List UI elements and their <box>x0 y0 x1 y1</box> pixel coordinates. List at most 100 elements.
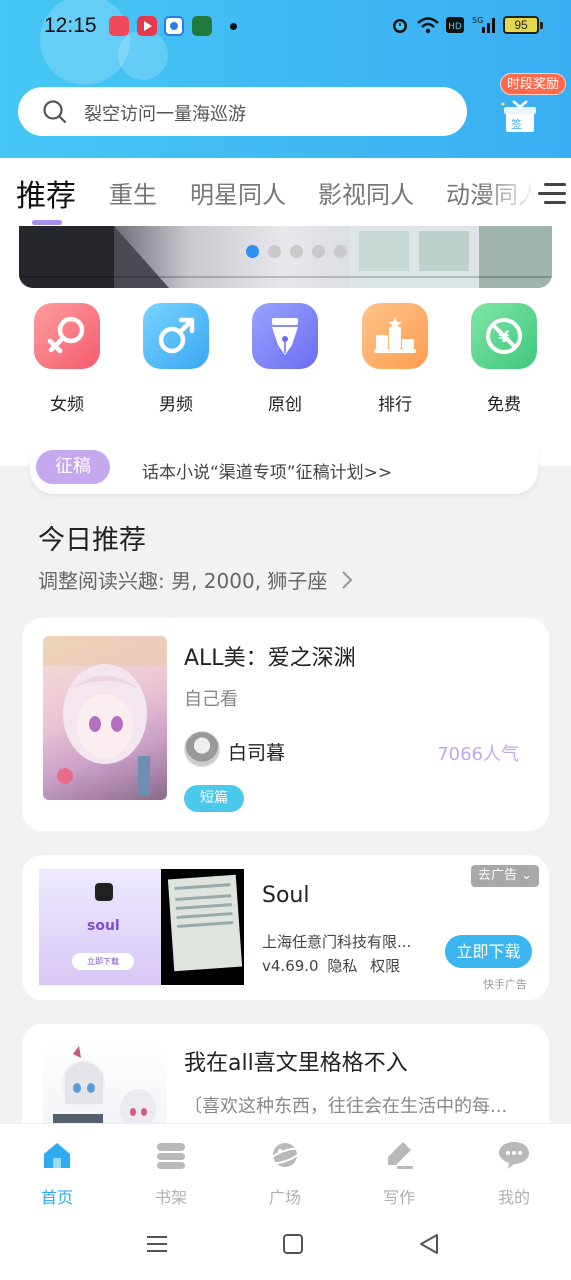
ad-permissions-link[interactable]: 权限 <box>370 957 400 975</box>
length-tag: 短篇 <box>184 785 244 812</box>
tab-rebirth[interactable]: 重生 <box>109 175 157 210</box>
banner-dot[interactable] <box>268 245 281 258</box>
battery-indicator: 95 <box>503 16 543 34</box>
banner-dot[interactable] <box>312 245 325 258</box>
banner-dot-active[interactable] <box>246 245 259 258</box>
category-female[interactable]: 女频 <box>34 303 100 415</box>
alarm-icon <box>393 19 407 33</box>
period-reward-button[interactable]: 时段奖励 签 <box>488 70 567 136</box>
banner-dot[interactable] <box>334 245 347 258</box>
nav-label: 写作 <box>382 1188 415 1207</box>
ad-card[interactable]: soul 立即下载 去广告 ⌄ Soul 上海任意门科技有限... v4.69.… <box>22 855 549 1000</box>
free-icon: ¥ <box>471 303 537 369</box>
nav-write[interactable]: 写作 <box>369 1140 429 1208</box>
search-icon <box>43 100 67 124</box>
home-button-icon[interactable] <box>282 1233 304 1255</box>
tab-recommend[interactable]: 推荐 <box>16 171 76 215</box>
category-label: 女频 <box>50 395 84 415</box>
search-placeholder: 裂空访问一量海巡游 <box>84 104 246 125</box>
ranking-icon <box>362 303 428 369</box>
bookshelf-icon <box>157 1143 185 1169</box>
reading-interest-text: 调整阅读兴趣: 男, 2000, 狮子座 <box>38 569 328 593</box>
ad-source: 快手广告 <box>483 978 527 991</box>
remove-ad-button[interactable]: 去广告 ⌄ <box>470 865 539 887</box>
ad-privacy-link[interactable]: 隐私 <box>327 957 357 975</box>
category-label: 免费 <box>487 395 521 415</box>
book-title[interactable]: 我在all喜文里格格不入 <box>184 1045 408 1077</box>
ad-image-brand: soul <box>87 918 120 934</box>
nav-label: 广场 <box>268 1188 301 1207</box>
svg-text:5G: 5G <box>472 16 483 25</box>
book-description: 自己看 <box>184 689 238 710</box>
category-label: 排行 <box>378 395 412 415</box>
ad-company: 上海任意门科技有限... <box>262 933 412 951</box>
nav-label: 书架 <box>154 1188 187 1207</box>
nav-mine[interactable]: 我的 <box>484 1140 544 1208</box>
nav-bookshelf[interactable]: 书架 <box>141 1140 201 1208</box>
menu-icon[interactable] <box>538 182 566 206</box>
gift-label: 签 <box>511 118 522 131</box>
category-label: 男频 <box>159 395 193 415</box>
tab-film-fanfic[interactable]: 影视同人 <box>318 175 414 210</box>
remove-ad-label: 去广告 <box>477 868 517 883</box>
app-red-icon <box>109 16 129 36</box>
status-time: 12:15 <box>44 14 97 37</box>
notice-tag: 征稿 <box>36 450 110 484</box>
book-title[interactable]: ALL美：爱之深渊 <box>184 640 356 672</box>
chevron-right-icon <box>342 571 353 589</box>
book-description: 〔喜欢这种东西，往往会在生活中的每... <box>184 1096 508 1117</box>
hd-icon: HD <box>446 17 464 33</box>
ad-title: Soul <box>262 883 310 908</box>
system-navigation-bar <box>0 1213 571 1280</box>
back-icon[interactable] <box>418 1233 440 1255</box>
category-free[interactable]: ¥ 免费 <box>471 303 537 415</box>
wifi-icon <box>417 17 439 34</box>
category-male[interactable]: 男频 <box>143 303 209 415</box>
category-label: 原创 <box>268 395 302 415</box>
svg-text:¥: ¥ <box>498 327 509 346</box>
notice-text: 话本小说“渠道专项”征稿计划>> <box>142 463 393 483</box>
app-green-icon <box>192 16 212 36</box>
call-for-submissions-banner[interactable]: 征稿 话本小说“渠道专项”征稿计划>> <box>30 448 538 494</box>
svg-text:HD: HD <box>448 22 462 32</box>
app-blue-icon <box>164 16 184 36</box>
tab-star-fanfic[interactable]: 明星同人 <box>190 175 286 210</box>
book-cover <box>43 636 167 800</box>
search-bar[interactable]: 裂空访问一量海巡游 <box>18 87 467 136</box>
bottom-navigation: 首页 书架 广场 写作 我的 <box>0 1123 571 1213</box>
active-tab-indicator <box>32 220 62 225</box>
banner-carousel[interactable] <box>19 226 552 288</box>
reading-interest-link[interactable]: 调整阅读兴趣: 男, 2000, 狮子座 <box>38 565 354 594</box>
status-bar: 12:15 HD 5G 95 <box>0 0 571 52</box>
ad-meta: v4.69.0 隐私 权限 <box>262 955 400 976</box>
app-play-icon <box>137 16 157 36</box>
female-icon <box>34 303 100 369</box>
ad-image[interactable]: soul 立即下载 <box>39 869 244 985</box>
chat-bubble-icon <box>499 1142 529 1169</box>
signal-5g-icon: 5G <box>472 16 495 33</box>
recent-apps-icon[interactable] <box>146 1233 168 1255</box>
pen-nib-icon <box>252 303 318 369</box>
ad-version: v4.69.0 <box>262 957 319 975</box>
banner-dot[interactable] <box>290 245 303 258</box>
download-button[interactable]: 立即下载 <box>445 935 532 968</box>
nav-square[interactable]: 广场 <box>255 1140 315 1208</box>
write-icon <box>388 1142 413 1169</box>
reward-badge: 时段奖励 <box>500 73 567 95</box>
category-tabs: 推荐 重生 明星同人 影视同人 动漫同人 <box>0 158 571 226</box>
header: 12:15 HD 5G 95 裂空访问一量海巡游 时段奖励 签 <box>0 0 571 158</box>
popularity-count: 7066人气 <box>437 744 519 765</box>
category-original[interactable]: 原创 <box>252 303 318 415</box>
category-ranking[interactable]: 排行 <box>362 303 428 415</box>
app-screen: 12:15 HD 5G 95 裂空访问一量海巡游 时段奖励 签 推荐 重生 明星… <box>0 0 571 1280</box>
author-name: 白司暮 <box>228 742 286 764</box>
book-card[interactable]: ALL美：爱之深渊 自己看 白司暮 7066人气 短篇 <box>22 618 549 831</box>
nav-label: 我的 <box>497 1188 530 1207</box>
nav-home[interactable]: 首页 <box>27 1140 87 1208</box>
ad-image-button: 立即下载 <box>72 953 134 970</box>
status-dot <box>230 23 237 30</box>
planet-icon <box>269 1143 301 1167</box>
section-title: 今日推荐 <box>38 525 146 556</box>
home-icon <box>44 1143 70 1168</box>
nav-label: 首页 <box>40 1188 73 1207</box>
